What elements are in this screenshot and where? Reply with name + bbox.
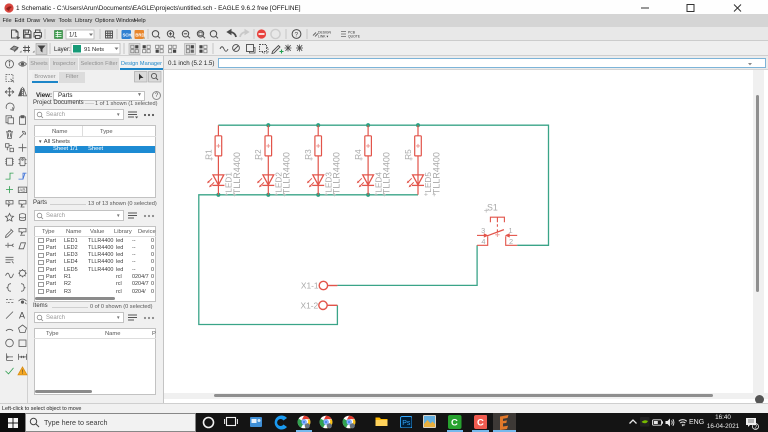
svg-text:3: 3 bbox=[481, 226, 485, 235]
svg-text:R5: R5 bbox=[404, 149, 413, 160]
svg-text:LINK ▾: LINK ▾ bbox=[318, 35, 328, 39]
svg-text:1: 1 bbox=[509, 226, 513, 235]
svg-text:A: A bbox=[19, 311, 25, 321]
svg-text:BRD: BRD bbox=[135, 33, 144, 38]
svg-text:R2: R2 bbox=[254, 149, 263, 160]
svg-text:AB: AB bbox=[19, 187, 25, 192]
svg-text:SCH: SCH bbox=[123, 33, 132, 38]
svg-text:Layer:: Layer: bbox=[54, 47, 71, 53]
svg-text:C: C bbox=[477, 417, 484, 428]
svg-text:C: C bbox=[451, 417, 458, 428]
svg-text:2: 2 bbox=[754, 424, 757, 430]
svg-text:TLLR4400: TLLR4400 bbox=[332, 152, 342, 194]
svg-text:X1-1: X1-1 bbox=[301, 281, 319, 291]
svg-text:TLLR4400: TLLR4400 bbox=[382, 152, 392, 194]
svg-text:TLLR4400: TLLR4400 bbox=[282, 152, 292, 194]
svg-text:Ps: Ps bbox=[402, 420, 411, 427]
svg-text:4: 4 bbox=[481, 237, 485, 246]
svg-text:*: * bbox=[683, 423, 685, 427]
svg-text:R4: R4 bbox=[354, 149, 363, 160]
svg-text:QUOTE: QUOTE bbox=[348, 35, 361, 39]
svg-text:TLLR4400: TLLR4400 bbox=[232, 152, 242, 194]
svg-text:R1: R1 bbox=[204, 149, 213, 160]
svg-text:1/1: 1/1 bbox=[69, 33, 78, 39]
svg-text:X1-2: X1-2 bbox=[300, 300, 318, 310]
svg-text:TLLR4400: TLLR4400 bbox=[431, 152, 441, 194]
svg-text:R3: R3 bbox=[304, 149, 313, 160]
svg-text:S1: S1 bbox=[487, 203, 498, 213]
svg-text:91 Nets: 91 Nets bbox=[84, 47, 104, 53]
svg-text:?: ? bbox=[295, 32, 299, 39]
svg-text:N: N bbox=[8, 201, 11, 205]
svg-text:2: 2 bbox=[509, 237, 513, 246]
